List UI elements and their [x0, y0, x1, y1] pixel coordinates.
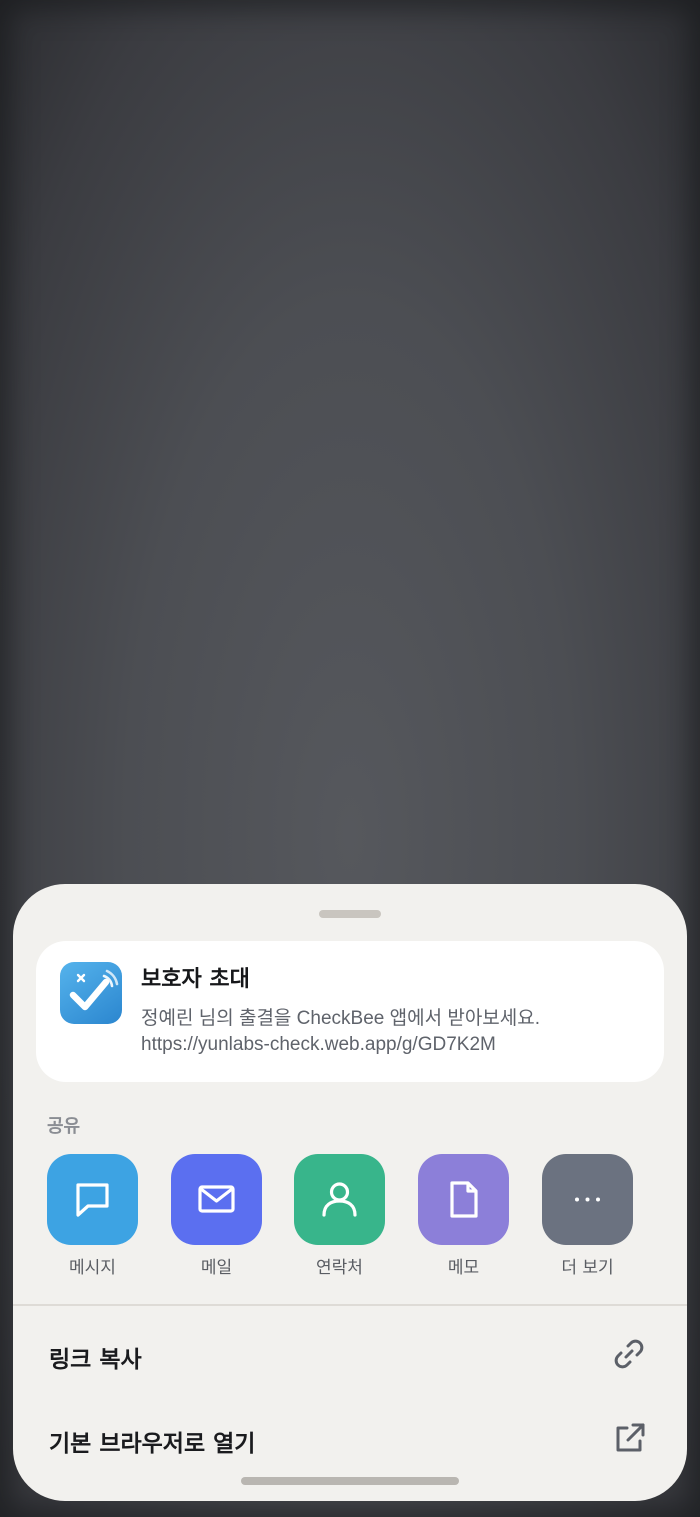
sheet-grabber[interactable] [319, 910, 381, 918]
memo-tile[interactable] [418, 1154, 509, 1245]
more-tile[interactable] [542, 1154, 633, 1245]
preview-url: https://yunlabs-check.web.app/g/GD7K2M [141, 1034, 496, 1055]
contact-person-icon [322, 1182, 357, 1217]
message-bubble-icon [76, 1183, 109, 1217]
message-tile[interactable] [47, 1154, 138, 1245]
mail-icon [198, 1185, 235, 1213]
share-target-memo[interactable]: 메모 [408, 1154, 518, 1279]
more-dots-icon [575, 1197, 600, 1202]
share-target-contacts[interactable]: 연락처 [284, 1154, 394, 1279]
copy-link-label: 링크 복사 [49, 1347, 142, 1373]
share-target-label: 더 보기 [561, 1258, 614, 1278]
share-sheet: 보호자 초대 정예린 님의 출결을 CheckBee 앱에서 받아보세요. ht… [13, 884, 687, 1501]
open-external-icon [616, 1423, 645, 1452]
checkbee-app-icon [60, 962, 122, 1024]
home-indicator [241, 1477, 459, 1485]
share-target-more[interactable]: 더 보기 [532, 1154, 642, 1279]
share-target-label: 메일 [200, 1258, 233, 1278]
preview-title: 보호자 초대 [141, 967, 250, 992]
copy-link-row[interactable]: 링크 복사 [13, 1314, 687, 1394]
open-browser-label: 기본 브라우저로 열기 [49, 1431, 256, 1457]
note-document-icon [450, 1181, 478, 1218]
share-target-mail[interactable]: 메일 [161, 1154, 271, 1279]
share-target-message[interactable]: 메시지 [37, 1154, 147, 1279]
open-browser-row[interactable]: 기본 브라우저로 열기 [13, 1398, 687, 1478]
preview-description: 정예린 님의 출결을 CheckBee 앱에서 받아보세요. [141, 1008, 541, 1029]
share-target-label: 연락처 [316, 1258, 363, 1278]
mail-tile[interactable] [171, 1154, 262, 1245]
share-section-label: 공유 [47, 1116, 81, 1137]
share-target-label: 메시지 [69, 1258, 116, 1278]
link-icon [614, 1339, 644, 1369]
share-preview-card: 보호자 초대 정예린 님의 출결을 CheckBee 앱에서 받아보세요. ht… [36, 941, 664, 1082]
contacts-tile[interactable] [294, 1154, 385, 1245]
section-divider [13, 1304, 687, 1306]
screen: 보호자 초대 정예린 님의 출결을 CheckBee 앱에서 받아보세요. ht… [0, 0, 700, 1517]
share-target-label: 메모 [447, 1258, 480, 1278]
